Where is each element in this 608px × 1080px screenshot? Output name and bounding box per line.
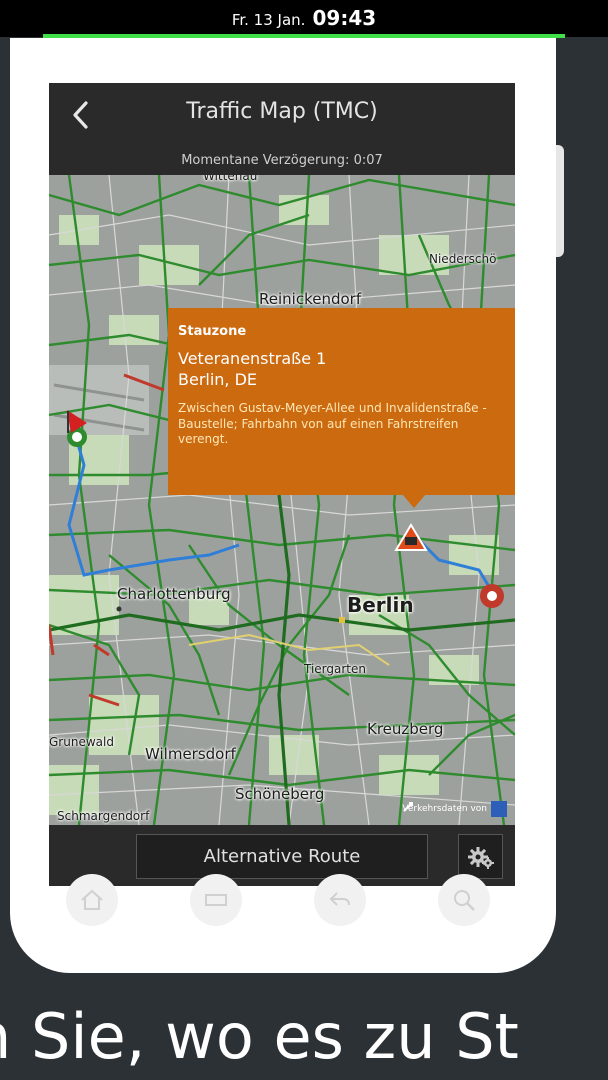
promo-caption: n Sie, wo es zu St (0, 1000, 519, 1073)
device-menu-button[interactable] (190, 874, 242, 926)
search-icon (454, 890, 475, 911)
alternative-route-button[interactable]: Alternative Route (136, 834, 428, 879)
device-search-button[interactable] (438, 874, 490, 926)
device-home-button[interactable] (66, 874, 118, 926)
map-label-niederschoe: Niederschö (429, 252, 497, 266)
home-icon (81, 889, 103, 910)
status-date: Fr. 13 Jan. (231, 11, 306, 29)
popup-pointer (402, 494, 426, 508)
map-label-schoeneberg: Schöneberg (235, 785, 325, 803)
bottom-bar: Alternative Route (49, 825, 515, 886)
app-screen: Traffic Map (TMC) Momentane Verzögerung:… (49, 83, 515, 886)
back-icon (329, 892, 350, 906)
settings-button[interactable] (458, 834, 503, 879)
traffic-map[interactable]: Wittenau Niederschö Reinickendorf Charlo… (49, 175, 515, 825)
map-label-berlin: Berlin (347, 593, 414, 617)
delay-text: Momentane Verzögerung: 0:07 (181, 153, 383, 168)
map-canvas (49, 175, 515, 825)
page-title: Traffic Map (TMC) (186, 99, 378, 124)
gear-icon (467, 846, 494, 869)
phone-side-button (556, 145, 564, 257)
destination-marker (480, 584, 504, 608)
menu-icon (205, 894, 227, 906)
incident-popup[interactable]: Stauzone Veteranenstraße 1 Berlin, DE Zw… (168, 308, 515, 495)
popup-street: Veteranenstraße 1 (178, 349, 327, 368)
popup-city: Berlin, DE (178, 370, 258, 389)
credit-text: Verkehrsdaten von (402, 804, 487, 814)
map-label-reinickendorf: Reinickendorf (259, 290, 362, 308)
map-label-kreuzberg: Kreuzberg (367, 720, 444, 738)
app-bar: Traffic Map (TMC) Momentane Verzögerung:… (49, 83, 515, 175)
status-bar: Fr. 13 Jan. 09:43 (0, 0, 608, 38)
map-credit: Verkehrsdaten von (402, 801, 507, 817)
popup-description: Zwischen Gustav-Meyer-Allee und Invalide… (178, 401, 487, 447)
map-label-charlottenburg: Charlottenburg (117, 585, 231, 603)
device-back-button[interactable] (314, 874, 366, 926)
map-label-grunewald: Grunewald (49, 735, 114, 749)
map-label-wittenau: Wittenau (203, 175, 258, 183)
popup-title: Stauzone (178, 324, 247, 339)
satellite-icon (403, 801, 507, 817)
date-time: Fr. 13 Jan. 09:43 (0, 6, 608, 30)
map-label-wilmersdorf: Wilmersdorf (145, 745, 236, 763)
map-label-schmargendorf: Schmargendorf (57, 809, 150, 823)
status-time: 09:43 (312, 6, 377, 30)
map-label-tiergarten: Tiergarten (304, 662, 366, 676)
